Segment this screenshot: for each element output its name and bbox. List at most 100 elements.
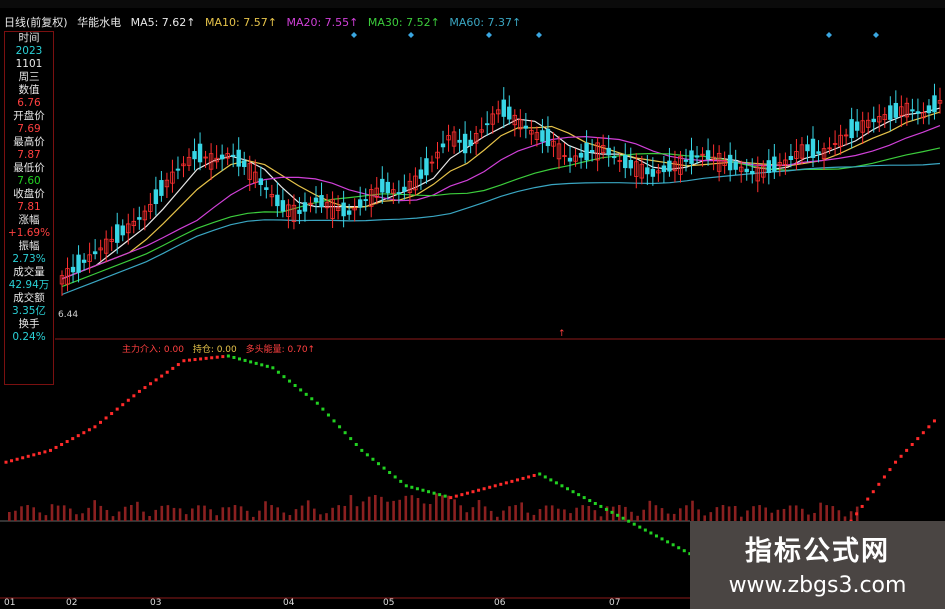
- indicator-dot: [137, 389, 141, 393]
- volume-bar: [99, 505, 103, 521]
- x-tick: 06: [494, 598, 506, 608]
- signal-markers: [351, 32, 879, 38]
- volume-bar: [764, 507, 767, 521]
- candle-body: [523, 125, 529, 129]
- low-price-label: 6.44: [58, 310, 78, 320]
- volume-bar: [715, 507, 719, 521]
- indicator-label-1: 主力介入: 0.00: [122, 345, 184, 355]
- candle-body: [744, 168, 749, 173]
- indicator-dot: [338, 425, 342, 429]
- candle-body: [120, 225, 125, 236]
- candle-body: [258, 178, 263, 186]
- indicator-dot: [48, 448, 52, 452]
- ma60-line: [61, 162, 941, 296]
- volume-bar: [648, 500, 652, 521]
- indicator-dot: [315, 401, 319, 405]
- indicator-dot: [577, 493, 581, 497]
- volume-bar: [245, 510, 249, 521]
- current-bar-marker: ↑: [558, 329, 566, 339]
- indicator-dot: [460, 493, 464, 497]
- volume-bar: [410, 495, 414, 521]
- indicator-dot: [571, 490, 575, 494]
- indicator-dot: [404, 484, 408, 488]
- volume-bar: [81, 513, 84, 521]
- candle-body: [650, 168, 656, 177]
- candle-body: [766, 160, 772, 173]
- volume-bar: [215, 515, 218, 521]
- indicator-dot: [60, 443, 64, 446]
- volume-bar: [276, 507, 279, 521]
- indicator-dot: [454, 494, 458, 498]
- candle-body: [871, 118, 876, 123]
- candle-body: [275, 194, 280, 207]
- volume-bar: [733, 506, 737, 521]
- indicator-dot: [894, 460, 898, 464]
- volume-bar: [691, 500, 694, 521]
- indicator-dot: [371, 457, 375, 461]
- volume-bar: [331, 507, 334, 521]
- volume-bar: [282, 512, 286, 521]
- volume-bar: [325, 513, 328, 521]
- volume-bar: [404, 495, 408, 521]
- indicator-dot: [643, 528, 647, 532]
- indicator-dot: [43, 450, 47, 454]
- watermark-url: www.zbgs3.com: [728, 573, 907, 598]
- candle-body: [153, 189, 159, 205]
- volume-bar: [587, 506, 591, 521]
- volume-bar: [550, 505, 554, 521]
- price-chart[interactable]: 6.44 ↑: [0, 0, 945, 609]
- indicator-dot: [543, 475, 547, 479]
- candle-body: [402, 186, 407, 192]
- indicator-dot: [115, 407, 119, 411]
- indicator-dot: [65, 440, 69, 444]
- candle-body: [236, 149, 241, 167]
- indicator-dot: [888, 468, 892, 472]
- indicator-dot: [82, 431, 86, 435]
- volume-bar: [361, 501, 365, 521]
- indicator-dot: [165, 370, 169, 374]
- indicator-dot: [560, 484, 564, 488]
- volume-bar: [794, 505, 798, 521]
- candle-body: [230, 154, 236, 157]
- candle-body: [507, 106, 512, 120]
- candle-body: [805, 144, 810, 152]
- indicator-dot: [388, 471, 392, 475]
- indicator-dot: [310, 397, 314, 401]
- indicator-legend: 主力介入: 0.00 持仓: 0.00 多头能量: 0.70↑: [122, 342, 321, 355]
- indicator-dot: [76, 434, 80, 438]
- volume-bar: [428, 504, 432, 521]
- volume-bar: [50, 504, 54, 521]
- candle-body: [893, 102, 899, 118]
- volume-bar: [44, 515, 48, 521]
- candle-body: [854, 121, 860, 131]
- candle-body: [357, 199, 363, 208]
- volume-bar: [782, 508, 786, 521]
- candle-body: [385, 181, 390, 194]
- volume-bar: [20, 506, 23, 521]
- candle-body: [175, 168, 181, 171]
- indicator-dot: [321, 407, 325, 411]
- indicator-dot: [921, 431, 925, 435]
- volume-bar: [618, 505, 621, 521]
- volume-bar: [538, 509, 542, 521]
- indicator-dot: [282, 375, 286, 379]
- candle-body: [910, 109, 915, 112]
- volume-bar: [75, 514, 78, 521]
- candle-body: [457, 139, 462, 143]
- diamond-marker: [873, 32, 879, 38]
- candle-body: [70, 266, 76, 273]
- indicator-dot: [71, 437, 75, 441]
- volume-bar: [557, 508, 560, 521]
- volume-bar: [178, 508, 182, 521]
- volume-bar: [252, 516, 255, 521]
- volume-bar: [264, 501, 267, 521]
- x-tick: 01: [4, 598, 16, 608]
- indicator-dot: [471, 490, 475, 494]
- indicator-dot: [288, 379, 292, 383]
- volume-bar: [26, 505, 29, 521]
- x-tick: 04: [283, 598, 295, 608]
- volume-bar: [727, 506, 731, 521]
- candle-body: [645, 167, 650, 175]
- volume-bar: [386, 501, 389, 521]
- volume-bar: [367, 496, 371, 521]
